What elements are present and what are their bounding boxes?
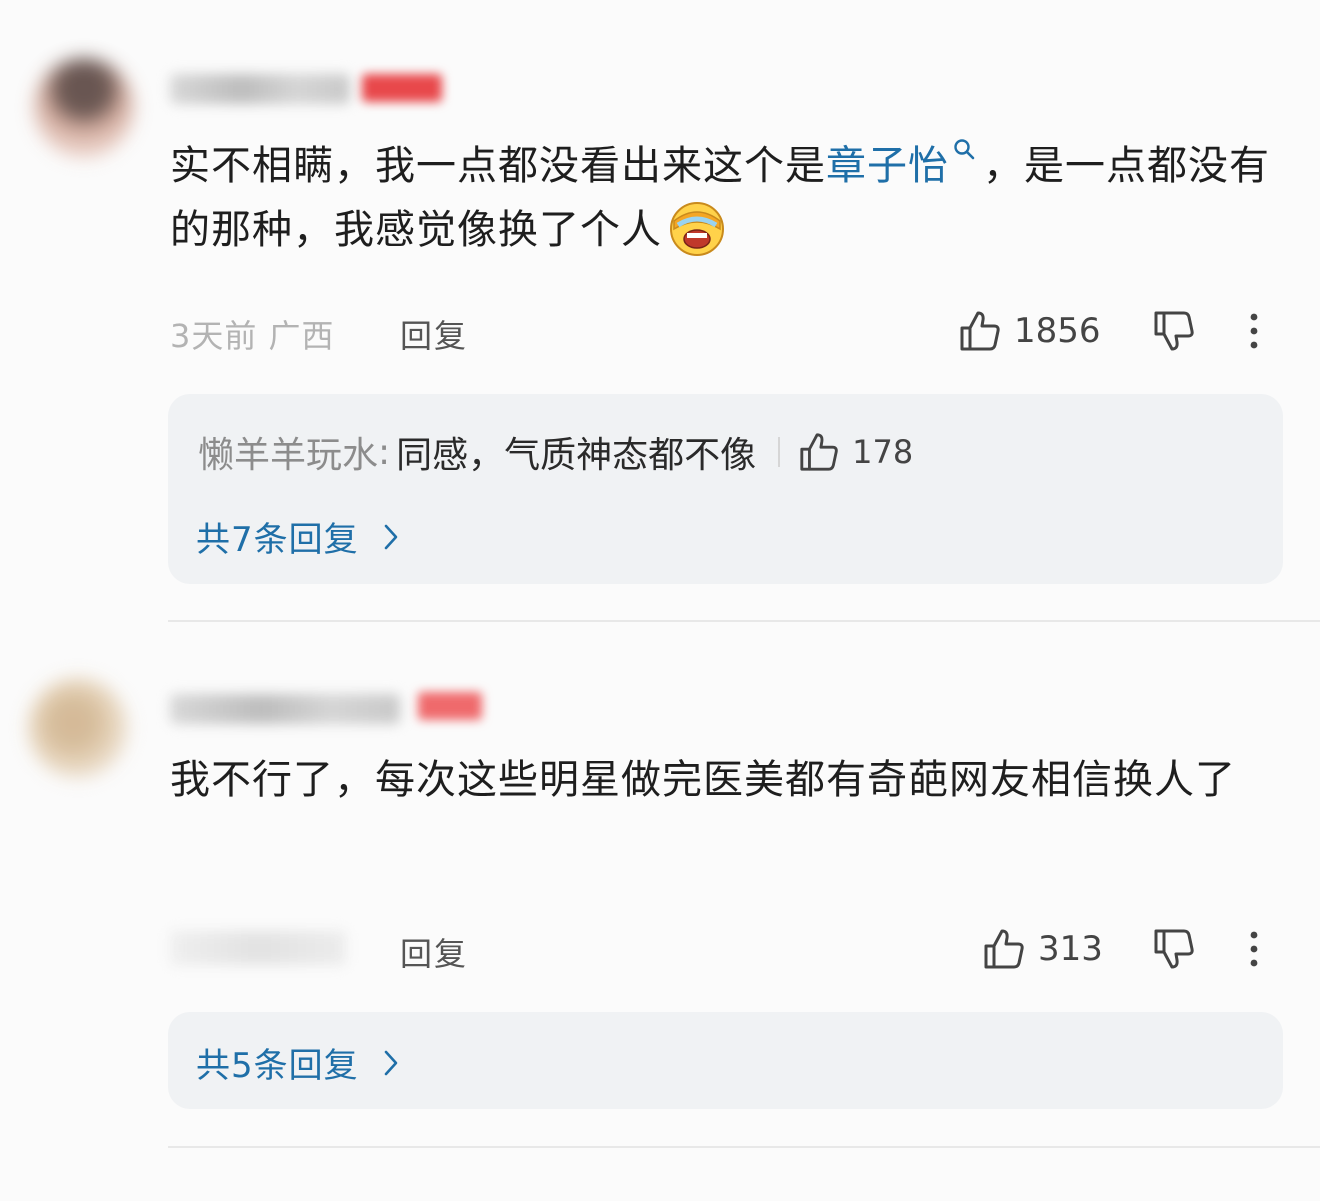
reply-preview-box: 懒羊羊玩水 : 同感，气质神态都不像 178 共7条回复 — [168, 394, 1283, 584]
sub-reply-username[interactable]: 懒羊羊玩水 — [198, 426, 378, 478]
username-blurred[interactable] — [170, 74, 350, 104]
view-more-replies-link[interactable]: 共7条回复 — [196, 512, 399, 561]
more-options-button[interactable] — [1246, 309, 1262, 357]
thumbs-up-icon — [984, 929, 1024, 969]
comment-text: 实不相瞒，我一点都没看出来这个是 — [170, 143, 826, 189]
avatar[interactable] — [34, 58, 134, 158]
comment-meta-blurred — [170, 931, 346, 965]
reply-button[interactable]: 回复 — [400, 311, 468, 357]
comment-meta-row: 3天前 广西 回复 1856 — [170, 309, 1280, 355]
comment-body[interactable]: 实不相瞒，我一点都没看出来这个是章子怡 ，是一点都没有的那种，我感觉像换了个人 — [170, 134, 1280, 262]
laughing-crying-emoji — [668, 199, 726, 257]
comment-location: 广西 — [268, 317, 335, 355]
view-more-replies-link[interactable]: 共5条回复 — [196, 1038, 399, 1087]
sub-reply-text: 同感，气质神态都不像 — [396, 435, 757, 476]
more-vertical-icon — [1250, 931, 1258, 967]
comment-meta: 3天前 广西 — [170, 311, 335, 357]
sub-reply-like-button[interactable]: 178 — [798, 431, 913, 473]
comment-time: 3天前 — [170, 317, 258, 355]
thumbs-down-icon — [1154, 311, 1194, 351]
dislike-button[interactable] — [1152, 309, 1196, 357]
sub-reply-like-count: 178 — [852, 433, 914, 471]
like-button[interactable]: 1856 — [958, 309, 1101, 353]
avatar[interactable] — [28, 678, 128, 778]
chevron-right-icon — [384, 1050, 397, 1075]
comment-item: 实不相瞒，我一点都没看出来这个是章子怡 ，是一点都没有的那种，我感觉像换了个人 3… — [0, 0, 1320, 622]
more-replies-label: 共5条回复 — [196, 1046, 359, 1086]
sub-reply[interactable]: 懒羊羊玩水 : 同感，气质神态都不像 178 — [198, 426, 913, 478]
reply-preview-box: 共5条回复 — [168, 1012, 1283, 1109]
user-badge — [362, 74, 442, 102]
sub-reply-colon: : — [378, 431, 391, 473]
comment-divider — [168, 1146, 1320, 1148]
more-options-button[interactable] — [1246, 927, 1262, 975]
like-button[interactable]: 313 — [982, 927, 1103, 971]
comment-body[interactable]: 我不行了，每次这些明星做完医美都有奇葩网友相信换人了 — [170, 748, 1280, 812]
chevron-right-icon — [384, 524, 397, 549]
user-badge — [418, 692, 482, 720]
username-blurred[interactable] — [170, 694, 400, 724]
more-vertical-icon — [1250, 313, 1258, 349]
comment-item: 我不行了，每次这些明星做完医美都有奇葩网友相信换人了 回复 313 共5条回复 — [0, 622, 1320, 1148]
dislike-button[interactable] — [1152, 927, 1196, 975]
search-icon — [949, 134, 977, 174]
thumbs-up-icon — [960, 311, 1000, 351]
topic-link[interactable]: 章子怡 — [826, 139, 983, 189]
divider — [778, 437, 781, 467]
more-replies-label: 共7条回复 — [196, 520, 359, 560]
reply-button[interactable]: 回复 — [400, 929, 468, 975]
topic-link-label: 章子怡 — [826, 143, 949, 189]
like-count: 1856 — [1014, 311, 1101, 351]
like-count: 313 — [1038, 929, 1103, 969]
thumbs-down-icon — [1154, 929, 1194, 969]
thumbs-up-icon — [800, 433, 838, 471]
comment-meta-row: 回复 313 — [170, 927, 1280, 973]
